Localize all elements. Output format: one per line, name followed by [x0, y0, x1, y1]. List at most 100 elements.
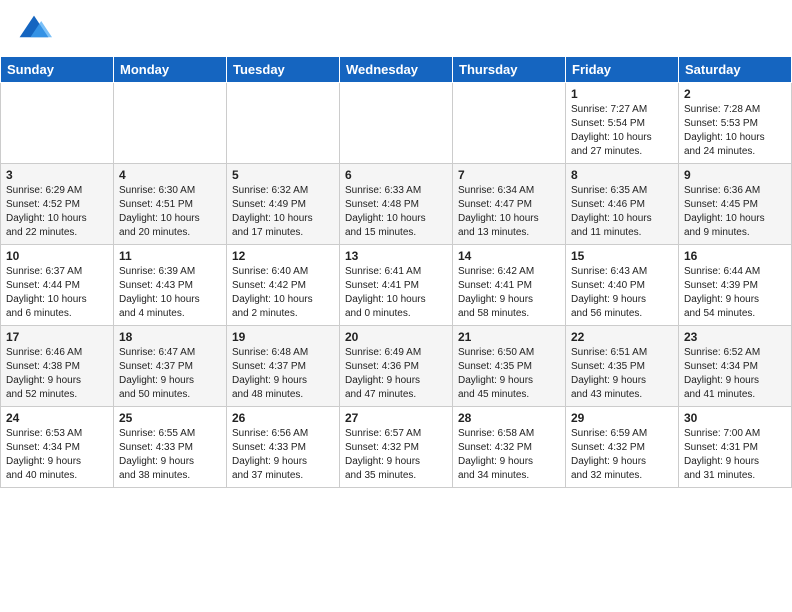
day-number: 21	[458, 330, 560, 344]
day-number: 18	[119, 330, 221, 344]
calendar-cell: 17 Sunrise: 6:46 AM Sunset: 4:38 PM Dayli…	[1, 326, 114, 407]
day-number: 25	[119, 411, 221, 425]
day-info: Sunrise: 6:46 AM Sunset: 4:38 PM Dayligh…	[6, 346, 108, 402]
calendar-cell: 30Sunrise: 7:00 AM Sunset: 4:31 PM Dayli…	[679, 407, 792, 488]
calendar-cell: 3Sunrise: 6:29 AM Sunset: 4:52 PM Daylig…	[1, 164, 114, 245]
day-number: 6	[345, 168, 447, 182]
day-number: 3	[6, 168, 108, 182]
day-info: Sunrise: 6:50 AM Sunset: 4:35 PM Dayligh…	[458, 346, 560, 402]
day-info: Sunrise: 6:30 AM Sunset: 4:51 PM Dayligh…	[119, 184, 221, 240]
day-info: Sunrise: 6:43 AM Sunset: 4:40 PM Dayligh…	[571, 265, 673, 321]
day-info: Sunrise: 6:55 AM Sunset: 4:33 PM Dayligh…	[119, 427, 221, 483]
day-number: 8	[571, 168, 673, 182]
calendar-cell	[340, 83, 453, 164]
day-number: 28	[458, 411, 560, 425]
calendar-cell: 16 Sunrise: 6:44 AM Sunset: 4:39 PM Dayli…	[679, 245, 792, 326]
day-of-week-friday: Friday	[566, 57, 679, 83]
day-number: 11	[119, 249, 221, 263]
day-number: 4	[119, 168, 221, 182]
calendar-cell	[1, 83, 114, 164]
day-number: 5	[232, 168, 334, 182]
day-info: Sunrise: 6:35 AM Sunset: 4:46 PM Dayligh…	[571, 184, 673, 240]
day-info: Sunrise: 6:39 AM Sunset: 4:43 PM Dayligh…	[119, 265, 221, 321]
day-info: Sunrise: 6:33 AM Sunset: 4:48 PM Dayligh…	[345, 184, 447, 240]
day-of-week-thursday: Thursday	[453, 57, 566, 83]
calendar-cell: 7 Sunrise: 6:34 AM Sunset: 4:47 PM Daylig…	[453, 164, 566, 245]
day-info: Sunrise: 6:48 AM Sunset: 4:37 PM Dayligh…	[232, 346, 334, 402]
day-number: 16	[684, 249, 786, 263]
day-info: Sunrise: 6:49 AM Sunset: 4:36 PM Dayligh…	[345, 346, 447, 402]
day-info: Sunrise: 6:59 AM Sunset: 4:32 PM Dayligh…	[571, 427, 673, 483]
day-info: Sunrise: 6:34 AM Sunset: 4:47 PM Dayligh…	[458, 184, 560, 240]
calendar-cell: 1Sunrise: 7:27 AM Sunset: 5:54 PM Daylig…	[566, 83, 679, 164]
day-of-week-tuesday: Tuesday	[227, 57, 340, 83]
day-number: 7	[458, 168, 560, 182]
day-number: 12	[232, 249, 334, 263]
day-info: Sunrise: 6:51 AM Sunset: 4:35 PM Dayligh…	[571, 346, 673, 402]
day-of-week-wednesday: Wednesday	[340, 57, 453, 83]
calendar-header-row: SundayMondayTuesdayWednesdayThursdayFrid…	[1, 57, 792, 83]
calendar-week-row: 10 Sunrise: 6:37 AM Sunset: 4:44 PM Dayli…	[1, 245, 792, 326]
calendar-cell: 25 Sunrise: 6:55 AM Sunset: 4:33 PM Dayli…	[114, 407, 227, 488]
day-number: 26	[232, 411, 334, 425]
logo	[16, 12, 56, 48]
calendar-cell: 11 Sunrise: 6:39 AM Sunset: 4:43 PM Dayli…	[114, 245, 227, 326]
calendar-week-row: 3Sunrise: 6:29 AM Sunset: 4:52 PM Daylig…	[1, 164, 792, 245]
calendar-cell	[227, 83, 340, 164]
day-number: 17	[6, 330, 108, 344]
day-number: 20	[345, 330, 447, 344]
calendar-cell: 2 Sunrise: 7:28 AM Sunset: 5:53 PM Daylig…	[679, 83, 792, 164]
day-info: Sunrise: 6:58 AM Sunset: 4:32 PM Dayligh…	[458, 427, 560, 483]
calendar-cell	[453, 83, 566, 164]
day-info: Sunrise: 6:37 AM Sunset: 4:44 PM Dayligh…	[6, 265, 108, 321]
calendar-cell: 14 Sunrise: 6:42 AM Sunset: 4:41 PM Dayli…	[453, 245, 566, 326]
day-number: 13	[345, 249, 447, 263]
calendar-cell	[114, 83, 227, 164]
calendar-cell: 24 Sunrise: 6:53 AM Sunset: 4:34 PM Dayli…	[1, 407, 114, 488]
day-info: Sunrise: 6:42 AM Sunset: 4:41 PM Dayligh…	[458, 265, 560, 321]
day-number: 29	[571, 411, 673, 425]
day-number: 24	[6, 411, 108, 425]
calendar-cell: 19 Sunrise: 6:48 AM Sunset: 4:37 PM Dayli…	[227, 326, 340, 407]
calendar-cell: 4 Sunrise: 6:30 AM Sunset: 4:51 PM Daylig…	[114, 164, 227, 245]
calendar-cell: 13Sunrise: 6:41 AM Sunset: 4:41 PM Dayli…	[340, 245, 453, 326]
day-info: Sunrise: 6:53 AM Sunset: 4:34 PM Dayligh…	[6, 427, 108, 483]
calendar-cell: 22 Sunrise: 6:51 AM Sunset: 4:35 PM Dayli…	[566, 326, 679, 407]
day-number: 19	[232, 330, 334, 344]
day-of-week-sunday: Sunday	[1, 57, 114, 83]
day-number: 9	[684, 168, 786, 182]
day-number: 10	[6, 249, 108, 263]
day-info: Sunrise: 7:00 AM Sunset: 4:31 PM Dayligh…	[684, 427, 786, 483]
calendar-cell: 9 Sunrise: 6:36 AM Sunset: 4:45 PM Daylig…	[679, 164, 792, 245]
calendar-cell: 6 Sunrise: 6:33 AM Sunset: 4:48 PM Daylig…	[340, 164, 453, 245]
day-info: Sunrise: 6:47 AM Sunset: 4:37 PM Dayligh…	[119, 346, 221, 402]
calendar-cell: 26Sunrise: 6:56 AM Sunset: 4:33 PM Dayli…	[227, 407, 340, 488]
calendar-cell: 8 Sunrise: 6:35 AM Sunset: 4:46 PM Daylig…	[566, 164, 679, 245]
day-number: 14	[458, 249, 560, 263]
calendar-cell: 21 Sunrise: 6:50 AM Sunset: 4:35 PM Dayli…	[453, 326, 566, 407]
day-info: Sunrise: 6:32 AM Sunset: 4:49 PM Dayligh…	[232, 184, 334, 240]
calendar-cell: 28 Sunrise: 6:58 AM Sunset: 4:32 PM Dayli…	[453, 407, 566, 488]
day-info: Sunrise: 6:40 AM Sunset: 4:42 PM Dayligh…	[232, 265, 334, 321]
calendar-cell: 5 Sunrise: 6:32 AM Sunset: 4:49 PM Daylig…	[227, 164, 340, 245]
calendar-cell: 12 Sunrise: 6:40 AM Sunset: 4:42 PM Dayli…	[227, 245, 340, 326]
day-number: 22	[571, 330, 673, 344]
calendar-cell: 10 Sunrise: 6:37 AM Sunset: 4:44 PM Dayli…	[1, 245, 114, 326]
calendar-cell: 23 Sunrise: 6:52 AM Sunset: 4:34 PM Dayli…	[679, 326, 792, 407]
calendar-table: SundayMondayTuesdayWednesdayThursdayFrid…	[0, 56, 792, 488]
day-info: Sunrise: 6:52 AM Sunset: 4:34 PM Dayligh…	[684, 346, 786, 402]
day-number: 1	[571, 87, 673, 101]
day-number: 2	[684, 87, 786, 101]
calendar-cell: 18 Sunrise: 6:47 AM Sunset: 4:37 PM Dayli…	[114, 326, 227, 407]
calendar-cell: 29 Sunrise: 6:59 AM Sunset: 4:32 PM Dayli…	[566, 407, 679, 488]
day-info: Sunrise: 7:28 AM Sunset: 5:53 PM Dayligh…	[684, 103, 786, 159]
calendar-cell: 20 Sunrise: 6:49 AM Sunset: 4:36 PM Dayli…	[340, 326, 453, 407]
logo-icon	[16, 12, 52, 48]
calendar-cell: 15Sunrise: 6:43 AM Sunset: 4:40 PM Dayli…	[566, 245, 679, 326]
day-number: 23	[684, 330, 786, 344]
calendar-week-row: 17 Sunrise: 6:46 AM Sunset: 4:38 PM Dayli…	[1, 326, 792, 407]
day-info: Sunrise: 6:44 AM Sunset: 4:39 PM Dayligh…	[684, 265, 786, 321]
day-info: Sunrise: 6:36 AM Sunset: 4:45 PM Dayligh…	[684, 184, 786, 240]
day-info: Sunrise: 6:57 AM Sunset: 4:32 PM Dayligh…	[345, 427, 447, 483]
calendar-cell: 27Sunrise: 6:57 AM Sunset: 4:32 PM Dayli…	[340, 407, 453, 488]
